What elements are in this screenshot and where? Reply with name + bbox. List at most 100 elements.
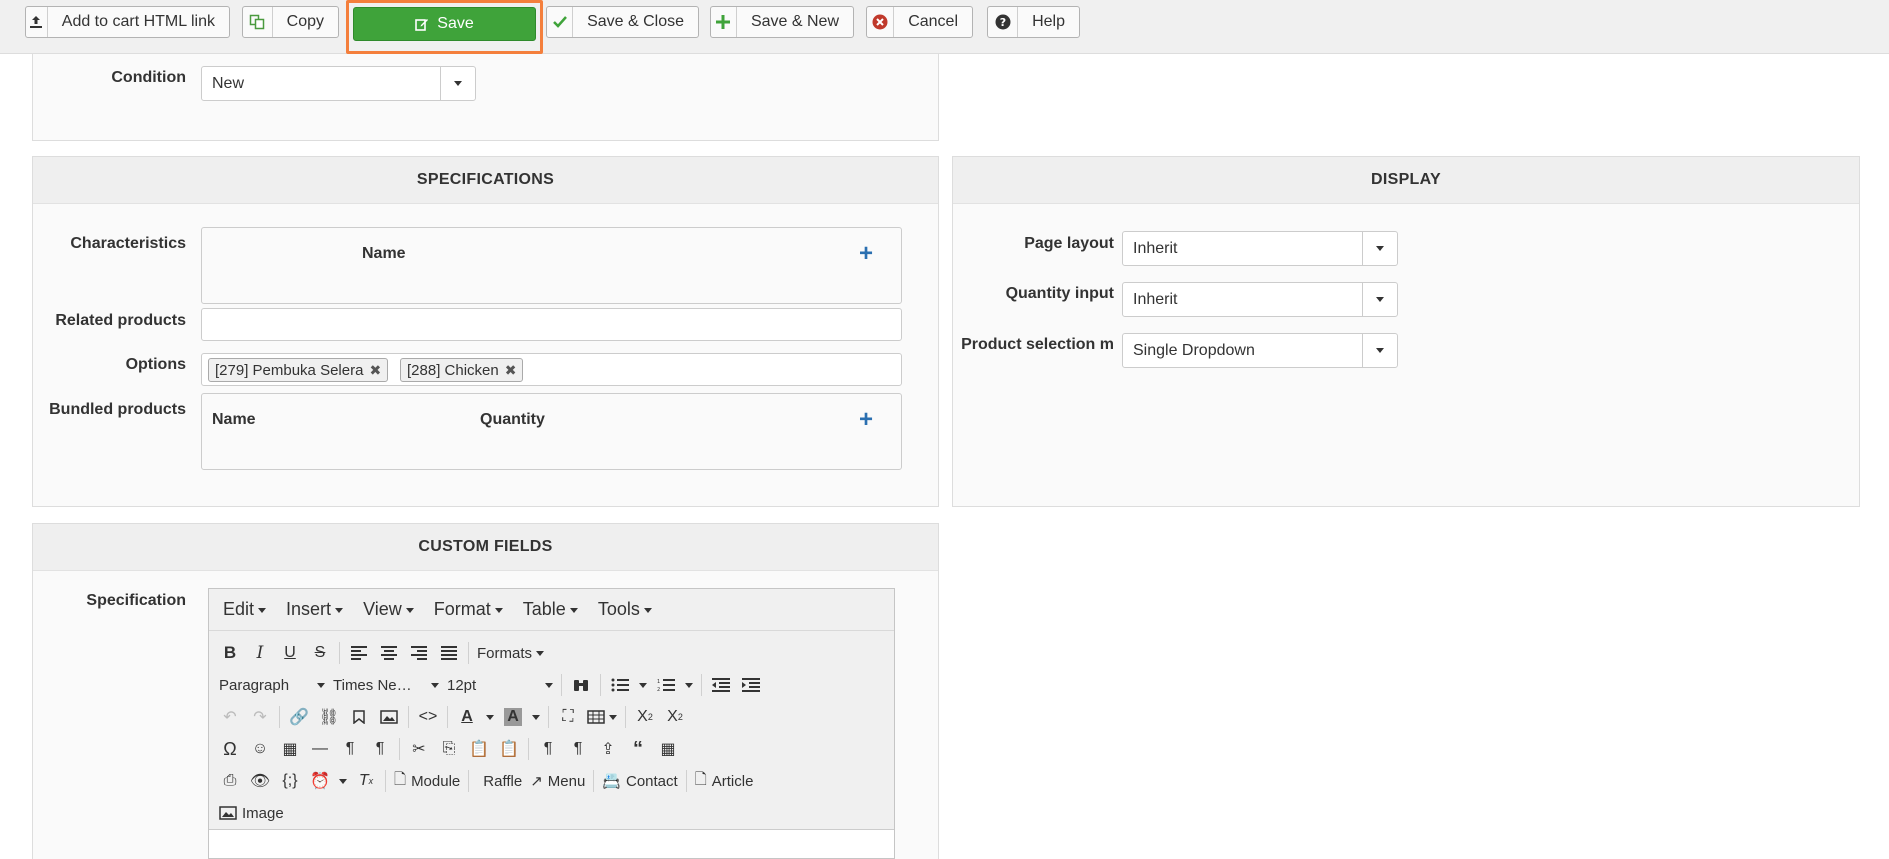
media-icon[interactable]: ▦ (275, 735, 305, 763)
superscript-icon[interactable]: X2 (660, 703, 690, 731)
chevron-down-icon[interactable] (635, 671, 651, 699)
bundled-name-header: Name (212, 411, 256, 428)
option-tag[interactable]: [288] Chicken ✖ (400, 358, 524, 382)
print-icon[interactable]: ⎙ (215, 767, 245, 795)
specifications-panel: SPECIFICATIONS Characteristics Name + Re… (32, 156, 939, 507)
add-to-cart-html-link-button[interactable]: Add to cart HTML link (25, 6, 230, 38)
chevron-down-icon[interactable] (335, 767, 351, 795)
indent-icon[interactable] (736, 671, 766, 699)
paste-text-icon[interactable]: 📋 (494, 735, 524, 763)
edit-icon (415, 17, 429, 31)
table-icon[interactable] (583, 703, 621, 731)
outdent-icon[interactable] (706, 671, 736, 699)
article-button[interactable]: 🗋 Article (691, 767, 758, 795)
chevron-down-icon (1362, 334, 1397, 367)
contact-book-icon: 📇 (602, 773, 621, 790)
horizontal-rule-icon[interactable]: — (305, 735, 335, 763)
menu-edit[interactable]: Edit (215, 599, 274, 620)
editor-menubar: Edit Insert View Format Table Tools (209, 589, 894, 631)
clear-formatting-icon[interactable]: Tx (351, 767, 381, 795)
align-right-icon[interactable] (404, 639, 434, 667)
undo-icon[interactable]: ↶ (215, 703, 245, 731)
template-icon[interactable]: ▦ (653, 735, 683, 763)
preview-icon[interactable]: 👁 (245, 767, 275, 795)
align-left-icon[interactable] (344, 639, 374, 667)
raffle-button[interactable]: Raffle (473, 767, 526, 795)
bold-icon[interactable]: B (215, 639, 245, 667)
editor-toolbar-row: Paragraph Times Ne… 12pt 12 (215, 669, 766, 701)
chevron-down-icon[interactable] (482, 703, 498, 731)
redo-icon[interactable]: ↷ (245, 703, 275, 731)
image-button[interactable]: Image (215, 799, 288, 827)
menu-view[interactable]: View (355, 599, 422, 620)
module-button[interactable]: 🗋 Module (390, 767, 464, 795)
italic-icon[interactable]: I (245, 639, 275, 667)
editor-content-area[interactable] (209, 829, 894, 858)
image-icon[interactable] (374, 703, 404, 731)
upload-icon[interactable]: ⇪ (593, 735, 623, 763)
align-justify-icon[interactable] (434, 639, 464, 667)
paragraph-dropdown[interactable]: Paragraph (215, 671, 329, 699)
align-center-icon[interactable] (374, 639, 404, 667)
product-selection-select[interactable]: Single Dropdown (1122, 333, 1398, 368)
visual-chars-icon[interactable]: ¶ (563, 735, 593, 763)
contact-button[interactable]: 📇 Contact (598, 767, 681, 795)
menu-table[interactable]: Table (515, 599, 586, 620)
menu-format[interactable]: Format (426, 599, 511, 620)
subscript-icon[interactable]: X2 (630, 703, 660, 731)
code-icon[interactable]: <> (413, 703, 443, 731)
related-products-input[interactable] (201, 308, 902, 341)
condition-label: Condition (111, 69, 186, 86)
menu-insert[interactable]: Insert (278, 599, 351, 620)
save-button[interactable]: Save (353, 7, 536, 41)
cancel-button[interactable]: Cancel (866, 6, 973, 38)
text-color-icon[interactable]: A (452, 703, 482, 731)
help-button[interactable]: ? Help (987, 6, 1080, 38)
remove-icon[interactable]: ✖ (369, 362, 381, 379)
paragraph-icon[interactable]: ¶ (533, 735, 563, 763)
link-icon[interactable]: 🔗 (284, 703, 314, 731)
numbered-list-icon[interactable]: 12 (651, 671, 681, 699)
bundled-products-label: Bundled products (49, 401, 186, 418)
underline-icon[interactable]: U (275, 639, 305, 667)
font-family-dropdown[interactable]: Times Ne… (329, 671, 443, 699)
bookmark-icon[interactable] (344, 703, 374, 731)
condition-select[interactable]: New (201, 66, 476, 101)
page-layout-select[interactable]: Inherit (1122, 231, 1398, 266)
special-character-icon[interactable]: Ω (215, 735, 245, 763)
svg-text:1: 1 (657, 679, 660, 685)
copy-button[interactable]: Copy (242, 6, 339, 38)
bullet-list-icon[interactable] (605, 671, 635, 699)
save-close-button[interactable]: Save & Close (546, 6, 699, 38)
unlink-icon[interactable]: ⛓ (314, 703, 344, 731)
code-sample-icon[interactable]: {;} (275, 767, 305, 795)
chevron-down-icon (1362, 283, 1397, 316)
product-selection-label: Product selection m (961, 336, 1114, 353)
formats-dropdown[interactable]: Formats (473, 639, 548, 667)
blockquote-icon[interactable]: “ (623, 735, 653, 763)
add-characteristic-icon[interactable]: + (859, 242, 873, 266)
copy-icon[interactable]: ⎘ (434, 735, 464, 763)
add-bundled-product-icon[interactable]: + (859, 408, 873, 432)
remove-icon[interactable]: ✖ (505, 362, 517, 379)
strikethrough-icon[interactable]: S (305, 639, 335, 667)
ltr-icon[interactable]: ¶ (335, 735, 365, 763)
binoculars-icon[interactable] (566, 671, 596, 699)
menu-tools[interactable]: Tools (590, 599, 660, 620)
quantity-input-select[interactable]: Inherit (1122, 282, 1398, 317)
option-tag[interactable]: [279] Pembuka Selera ✖ (208, 358, 389, 382)
chevron-down-icon[interactable] (528, 703, 544, 731)
general-panel: Condition New (32, 54, 939, 141)
paste-icon[interactable]: 📋 (464, 735, 494, 763)
rtl-icon[interactable]: ¶ (365, 735, 395, 763)
clock-icon[interactable]: ⏰ (305, 767, 335, 795)
options-input[interactable]: [279] Pembuka Selera ✖ [288] Chicken ✖ (201, 353, 902, 386)
emoticons-icon[interactable]: ☺ (245, 735, 275, 763)
save-new-button[interactable]: Save & New (710, 6, 854, 38)
background-color-icon[interactable]: A (498, 703, 528, 731)
font-size-dropdown[interactable]: 12pt (443, 671, 557, 699)
cut-icon[interactable]: ✂ (404, 735, 434, 763)
fullscreen-icon[interactable]: ⛶ (553, 703, 583, 731)
menu-button[interactable]: ↗ Menu (526, 767, 589, 795)
chevron-down-icon[interactable] (681, 671, 697, 699)
